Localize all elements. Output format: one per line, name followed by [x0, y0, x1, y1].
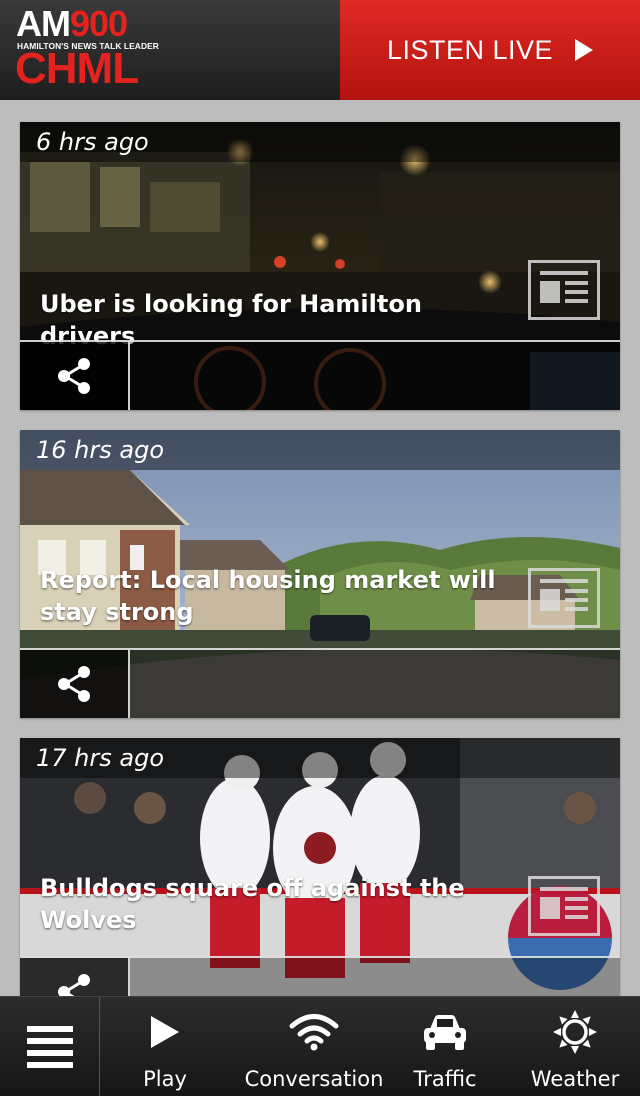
- app: AM900 HAMILTON'S NEWS TALK LEADER CHML L…: [0, 0, 640, 1096]
- card-action-bar: [20, 648, 620, 718]
- station-logo[interactable]: AM900 HAMILTON'S NEWS TALK LEADER CHML: [0, 0, 340, 100]
- card-headline[interactable]: Report: Local housing market will stay s…: [40, 564, 520, 628]
- card-action-bar: [20, 340, 620, 410]
- car-icon: [424, 1015, 466, 1050]
- menu-button[interactable]: [0, 997, 100, 1096]
- article-icon: [528, 260, 600, 320]
- share-button[interactable]: [20, 342, 130, 410]
- logo-frequency: AM900: [16, 3, 128, 44]
- card-timestamp: 17 hrs ago: [20, 738, 620, 778]
- news-card[interactable]: 6 hrs ago Uber is looking for Hamilton d…: [20, 122, 620, 410]
- news-card[interactable]: 16 hrs ago Report: Local housing market …: [20, 430, 620, 718]
- share-icon: [58, 974, 90, 996]
- nav-conversation[interactable]: Conversation: [240, 997, 388, 1096]
- logo-am-text: AM: [16, 3, 71, 44]
- play-icon: [151, 1016, 179, 1048]
- nav-conversation-label: Conversation: [244, 1067, 384, 1091]
- nav-traffic[interactable]: Traffic: [400, 997, 490, 1096]
- play-arrow-icon: [575, 39, 594, 61]
- share-button[interactable]: [20, 958, 130, 996]
- card-timestamp: 16 hrs ago: [20, 430, 620, 470]
- nav-traffic-label: Traffic: [413, 1067, 477, 1091]
- news-card[interactable]: 17 hrs ago Bulldogs square off against t…: [20, 738, 620, 996]
- news-feed[interactable]: 6 hrs ago Uber is looking for Hamilton d…: [0, 100, 640, 996]
- card-action-bar: [20, 956, 620, 996]
- nav-play-label: Play: [143, 1067, 187, 1091]
- listen-live-label: LISTEN LIVE: [386, 34, 554, 65]
- article-icon: [528, 876, 600, 936]
- nav-play[interactable]: Play: [115, 997, 215, 1096]
- nav-weather[interactable]: Weather: [520, 997, 630, 1096]
- share-icon: [58, 666, 90, 702]
- logo-number-text: 900: [70, 3, 128, 44]
- card-headline[interactable]: Bulldogs square off against the Wolves: [40, 872, 520, 936]
- nav-weather-label: Weather: [530, 1067, 620, 1091]
- share-icon: [58, 358, 90, 394]
- wifi-icon: [289, 1014, 339, 1051]
- hamburger-menu-icon: [26, 1026, 73, 1068]
- app-header: AM900 HAMILTON'S NEWS TALK LEADER CHML L…: [0, 0, 640, 100]
- bottom-nav: Play Conversation Traffic Weather: [0, 996, 640, 1096]
- logo-station-name: CHML: [15, 44, 139, 93]
- card-timestamp: 6 hrs ago: [20, 122, 620, 162]
- listen-live-button[interactable]: LISTEN LIVE: [340, 0, 640, 100]
- article-icon: [528, 568, 600, 628]
- sun-icon: [553, 1010, 597, 1054]
- share-button[interactable]: [20, 650, 130, 718]
